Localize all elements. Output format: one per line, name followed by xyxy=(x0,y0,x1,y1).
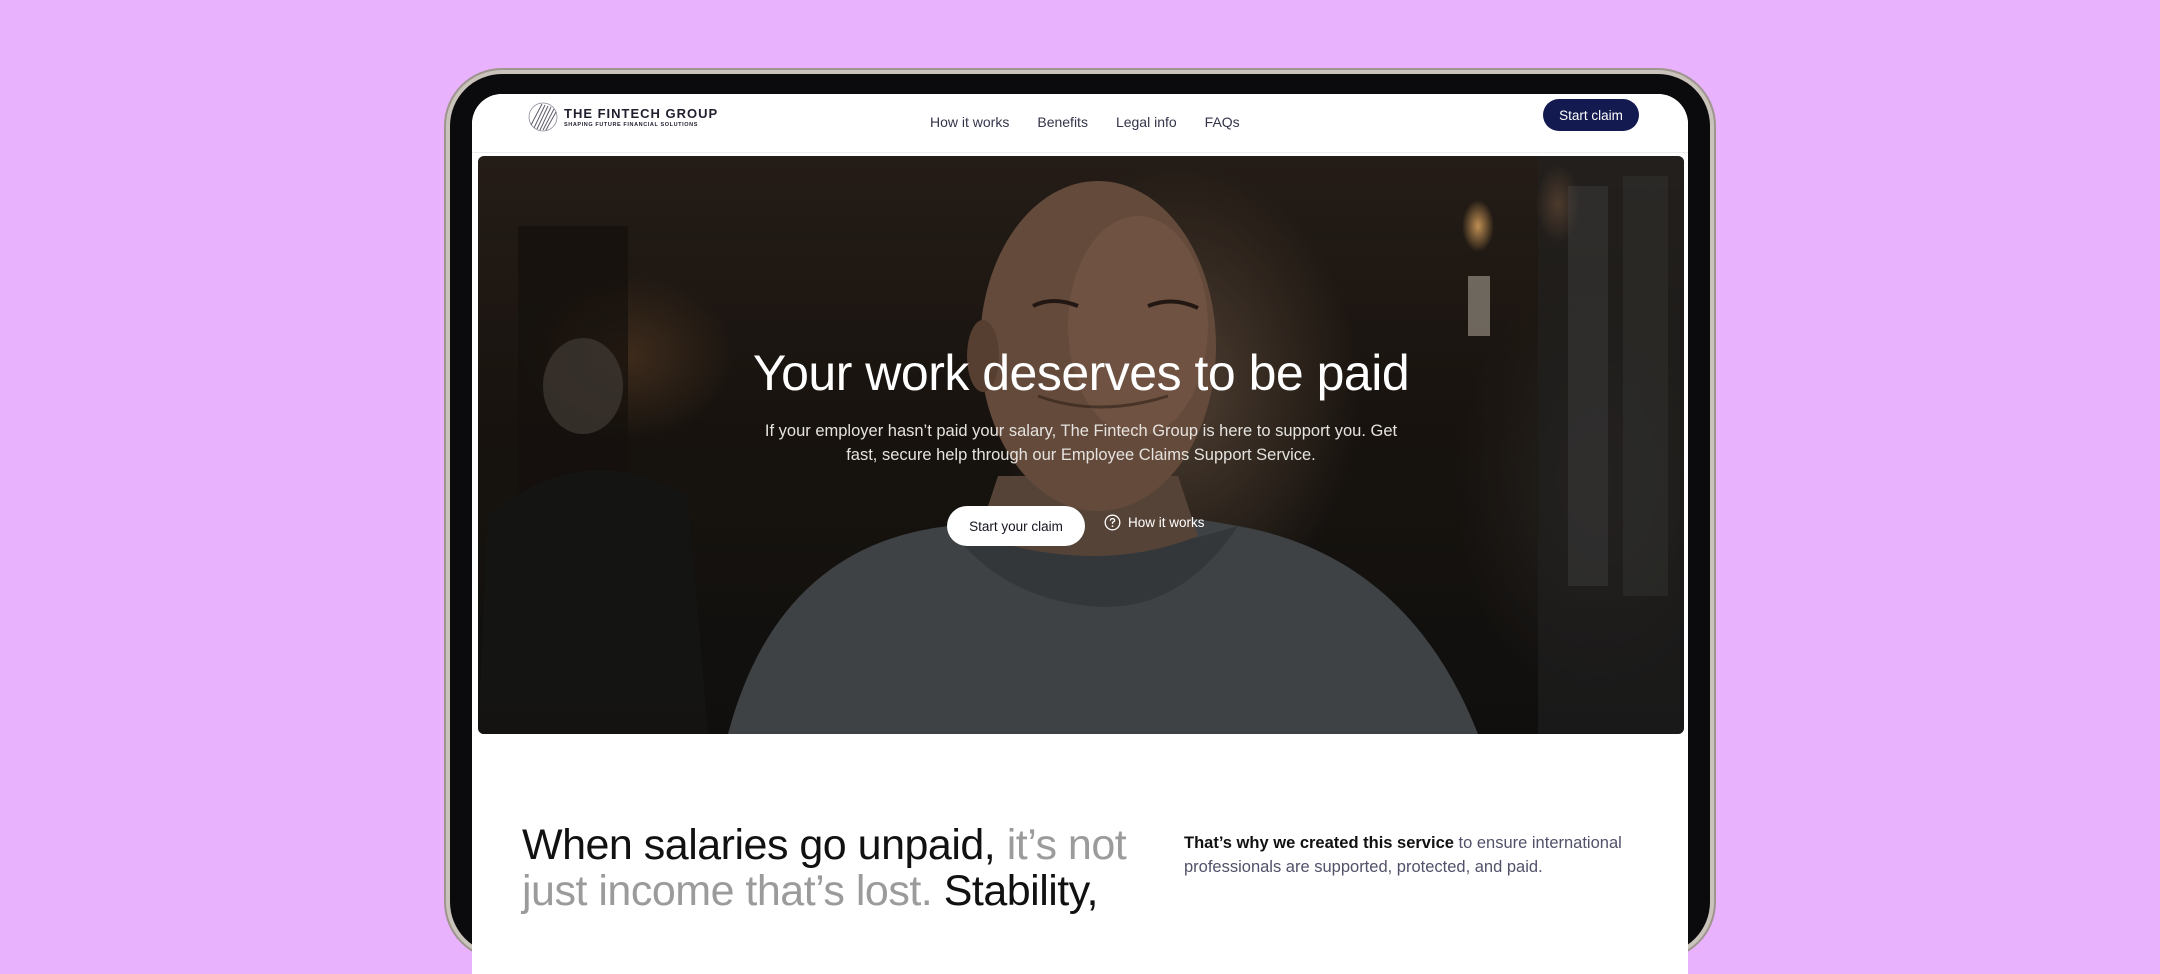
question-circle-icon xyxy=(1104,514,1121,531)
nav-link-benefits[interactable]: Benefits xyxy=(1037,114,1088,130)
hero-section: Your work deserves to be paid If your em… xyxy=(478,156,1684,734)
how-it-works-link[interactable]: How it works xyxy=(1104,514,1205,531)
logo-tagline: SHAPING FUTURE FINANCIAL SOLUTIONS xyxy=(564,122,698,128)
section-heading-dark-2: Stability, xyxy=(943,867,1099,915)
nav-link-legal-info[interactable]: Legal info xyxy=(1116,114,1177,130)
hero-title: Your work deserves to be paid xyxy=(752,345,1410,401)
start-your-claim-button[interactable]: Start your claim xyxy=(947,506,1085,546)
start-claim-button[interactable]: Start claim xyxy=(1543,99,1639,131)
section-heading: When salaries go unpaid, it’s not just i… xyxy=(522,822,1162,914)
top-navigation: THE FINTECH GROUP SHAPING FUTURE FINANCI… xyxy=(472,94,1688,153)
browser-screen: THE FINTECH GROUP SHAPING FUTURE FINANCI… xyxy=(472,94,1688,974)
laptop-frame: THE FINTECH GROUP SHAPING FUTURE FINANCI… xyxy=(450,74,1710,974)
hero-subtitle: If your employer hasn’t paid your salary… xyxy=(764,422,1398,464)
nav-link-how-it-works[interactable]: How it works xyxy=(930,114,1009,130)
logo-text: THE FINTECH GROUP SHAPING FUTURE FINANCI… xyxy=(564,106,718,128)
section-heading-dark: When salaries go unpaid, xyxy=(522,821,996,869)
nav-link-faqs[interactable]: FAQs xyxy=(1205,114,1240,130)
logo[interactable]: THE FINTECH GROUP SHAPING FUTURE FINANCI… xyxy=(528,102,718,132)
nav-links: How it works Benefits Legal info FAQs xyxy=(930,114,1240,130)
section-description-strong: That’s why we created this service xyxy=(1184,834,1454,852)
section-description: That’s why we created this service to en… xyxy=(1184,831,1644,879)
logo-icon xyxy=(528,102,558,132)
how-it-works-label: How it works xyxy=(1128,515,1205,530)
logo-name: THE FINTECH GROUP xyxy=(564,106,719,121)
